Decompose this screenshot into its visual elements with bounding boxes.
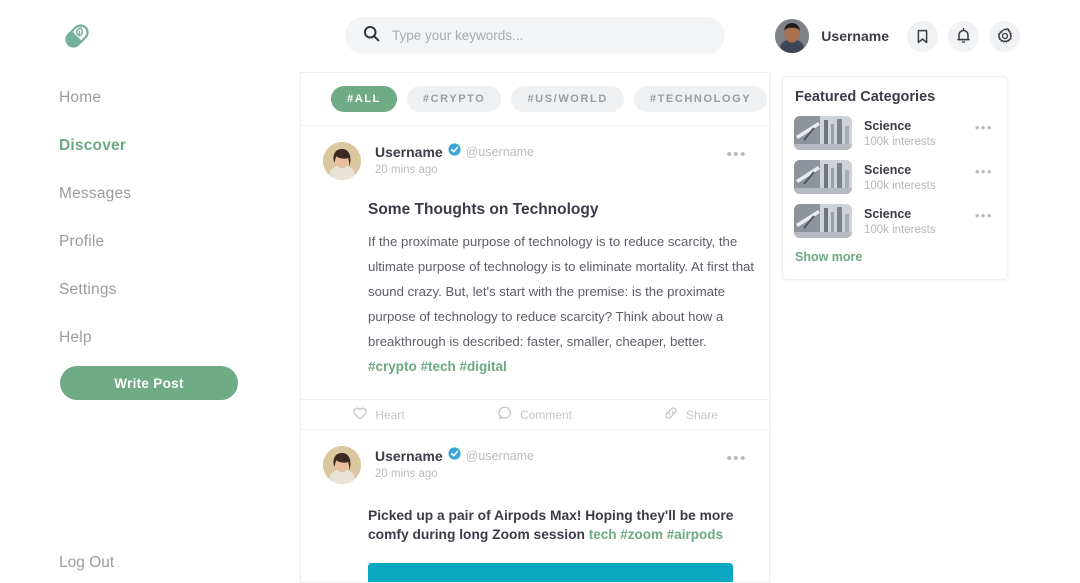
search-input[interactable] [392,28,725,43]
category-text: Science 100k interests [864,207,936,236]
post-handle: @username [466,449,534,463]
list-item[interactable]: Science 100k interests ••• [794,160,993,194]
sidebar-nav: Home Discover Messages Profile Settings … [59,74,259,362]
category-thumbnail [794,160,852,194]
category-text: Science 100k interests [864,163,936,192]
write-post-button[interactable]: Write Post [60,366,238,400]
tab-technology[interactable]: #TECHNOLOGY [634,86,767,112]
tab-crypto[interactable]: #CRYPTO [407,86,502,112]
post-title: Picked up a pair of Airpods Max! Hoping … [368,506,740,545]
sidebar-item-profile[interactable]: Profile [59,218,259,266]
sidebar-item-help[interactable]: Help [59,314,259,362]
verified-badge-icon [448,143,461,161]
post-title: Some Thoughts on Technology [368,200,749,220]
category-text: Science 100k interests [864,119,936,148]
category-more-options-button[interactable]: ••• [975,208,993,223]
post-username: Username [375,448,443,464]
header-username: Username [821,28,889,44]
sidebar-item-messages[interactable]: Messages [59,170,259,218]
post-timestamp: 20 mins ago [375,164,534,176]
comment-button[interactable]: Comment [457,400,613,430]
post-image[interactable] [368,563,733,583]
post-more-options-button[interactable]: ••• [726,146,747,163]
logout-link[interactable]: Log Out [59,552,114,574]
sidebar-item-discover[interactable]: Discover [59,122,259,170]
category-thumbnail [794,204,852,238]
gear-icon[interactable] [989,21,1020,52]
comment-label: Comment [520,408,572,422]
avatar[interactable] [775,19,809,53]
heart-icon [353,407,367,423]
post-card: Username @username 20 mins ago ••• Picke… [301,430,769,583]
bookmark-icon[interactable] [907,21,938,52]
category-name: Science [864,163,936,177]
show-more-link[interactable]: Show more [794,250,862,264]
post-header: Username @username 20 mins ago ••• [321,142,749,180]
category-more-options-button[interactable]: ••• [975,164,993,179]
share-label: Share [686,408,718,422]
tab-all[interactable]: #ALL [331,86,397,112]
post-action-bar: Heart Comment [301,399,769,429]
featured-categories-panel: Featured Categories Science 100k interes [782,76,1008,280]
heart-button[interactable]: Heart [301,400,457,430]
post-meta: Username @username 20 mins ago [375,446,534,480]
panel-title: Featured Categories [794,89,993,105]
post-body-text: If the proximate purpose of technology i… [368,234,754,349]
tab-us-world[interactable]: #US/WORLD [511,86,623,112]
list-item[interactable]: Science 100k interests ••• [794,116,993,150]
search-icon [363,25,380,47]
category-thumbnail [794,116,852,150]
post-body: If the proximate purpose of technology i… [368,229,758,379]
category-name: Science [864,207,936,221]
sidebar-item-home[interactable]: Home [59,74,259,122]
avatar[interactable] [323,446,361,484]
share-link-icon [664,406,678,423]
post-meta: Username @username 20 mins ago [375,142,534,176]
share-button[interactable]: Share [613,400,769,430]
list-item[interactable]: Science 100k interests ••• [794,204,993,238]
post-header: Username @username 20 mins ago ••• [321,446,749,484]
post-hashtags: #crypto #tech #digital [368,359,507,374]
category-interests: 100k interests [864,180,936,192]
pill-leaf-logo-icon[interactable] [59,18,95,54]
category-name: Science [864,119,936,133]
verified-badge-icon [448,447,461,465]
bell-icon[interactable] [948,21,979,52]
feed-tabs: #ALL #CRYPTO #US/WORLD #TECHNOLOGY [301,73,769,126]
post-timestamp: 20 mins ago [375,468,534,480]
post-username: Username [375,144,443,160]
sidebar-item-settings[interactable]: Settings [59,266,259,314]
category-interests: 100k interests [864,224,936,236]
header-right: Username [775,18,1020,54]
post-handle: @username [466,145,534,159]
post-card: Username @username 20 mins ago ••• Some … [301,126,769,430]
category-more-options-button[interactable]: ••• [975,120,993,135]
search-bar[interactable] [345,17,725,54]
heart-label: Heart [375,408,404,422]
sidebar: Home Discover Messages Profile Settings … [0,0,298,583]
comment-icon [498,406,512,423]
app-root: Home Discover Messages Profile Settings … [0,0,1080,583]
feed-column: #ALL #CRYPTO #US/WORLD #TECHNOLOGY [300,72,770,583]
category-interests: 100k interests [864,136,936,148]
avatar[interactable] [323,142,361,180]
post-more-options-button[interactable]: ••• [726,450,747,467]
post-hashtags: tech #zoom #airpods [589,527,723,542]
